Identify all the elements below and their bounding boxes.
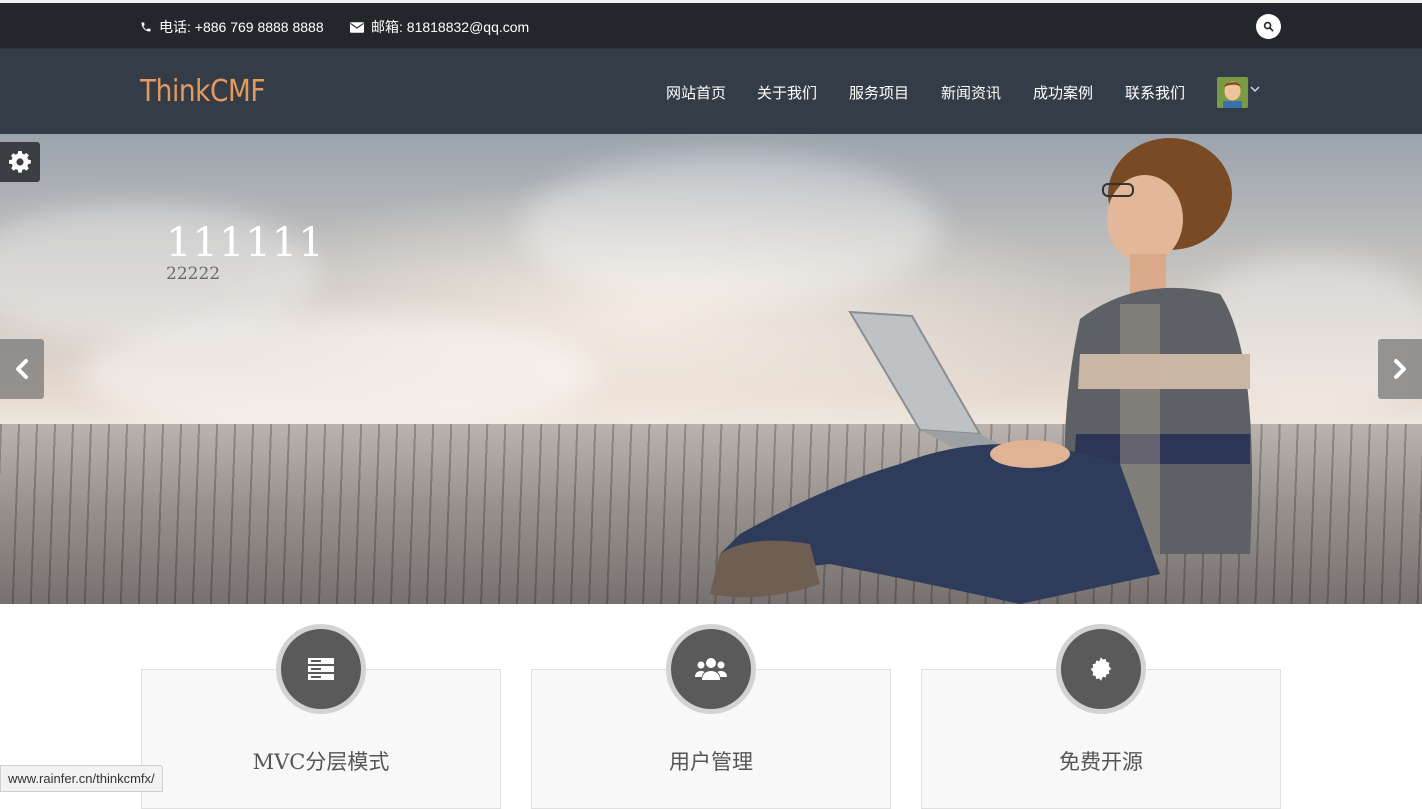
slider-next-button[interactable] [1378,339,1422,399]
server-icon [308,658,334,680]
phone-contact: 电话: +886 769 8888 8888 [140,17,324,37]
hero-slider[interactable]: 111111 22222 [0,134,1422,604]
user-avatar[interactable] [1217,77,1248,108]
feature-icon-circle [666,624,756,714]
gear-icon [9,151,31,173]
nav-item-about[interactable]: 关于我们 [757,82,817,103]
nav-item-services[interactable]: 服务项目 [849,82,909,103]
phone-text: 电话: +886 769 8888 8888 [159,19,324,35]
feature-title: 免费开源 [1059,750,1143,774]
settings-button[interactable] [0,142,40,182]
slider-prev-button[interactable] [0,339,44,399]
feature-card-opensource: 免费开源 [921,624,1281,809]
hero-person-image [710,138,1252,604]
avatar-face-icon [1217,77,1248,108]
nav-item-news[interactable]: 新闻资讯 [941,82,1001,103]
feature-title: 用户管理 [669,750,753,774]
search-button[interactable] [1256,14,1281,39]
top-bar: 电话: +886 769 8888 8888 邮箱: 81818832@qq.c… [0,0,1422,48]
feature-card-users: 用户管理 [531,624,891,809]
nav-item-home[interactable]: 网站首页 [666,82,726,103]
feature-icon-circle [276,624,366,714]
gear-icon [1090,657,1112,681]
envelope-icon [350,21,364,33]
slide-title: 111111 [166,220,325,266]
phone-icon [141,22,151,32]
feature-title: MVC分层模式 [252,750,390,774]
slide-subtitle: 22222 [166,264,221,284]
status-bar-url: www.rainfer.cn/thinkcmfx/ [0,765,163,792]
nav-item-cases[interactable]: 成功案例 [1033,82,1093,103]
main-navbar: ThinkCMF 网站首页 关于我们 服务项目 新闻资讯 成功案例 联系我们 [0,48,1422,134]
feature-icon-circle [1056,624,1146,714]
nav-item-contact[interactable]: 联系我们 [1125,82,1185,103]
email-contact: 邮箱: 81818832@qq.com [350,17,529,37]
users-icon [695,658,727,680]
search-icon [1263,21,1274,32]
site-logo[interactable]: ThinkCMF [140,74,266,109]
email-text[interactable]: 邮箱: 81818832@qq.com [371,17,529,37]
chevron-down-icon[interactable] [1250,85,1260,93]
feature-card-mvc: MVC分层模式 [141,624,501,809]
chevron-left-icon [16,359,28,379]
chevron-right-icon [1394,359,1406,379]
